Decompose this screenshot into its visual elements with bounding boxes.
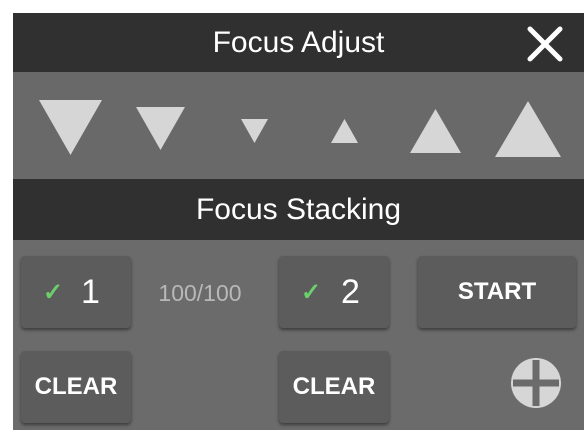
section-title: Focus Stacking <box>195 193 402 226</box>
progress-counter: 100/100 <box>158 280 242 306</box>
panel-title: Focus Adjust <box>212 26 385 59</box>
focus-adjust-row <box>13 72 584 179</box>
triangle-up-small-icon <box>331 119 358 143</box>
clear-slot-2-button[interactable]: CLEAR <box>279 351 389 423</box>
clear-label: CLEAR <box>292 373 376 400</box>
focus-panel: Focus Adjust Focus Stacking ✓ 1 100/100 … <box>13 13 584 430</box>
check-icon: ✓ <box>301 279 322 306</box>
header-bar: Focus Adjust <box>13 13 584 72</box>
focus-stacking-bar: Focus Stacking <box>13 179 584 240</box>
triangle-up-large-icon <box>495 101 561 157</box>
check-icon: ✓ <box>43 279 64 306</box>
start-label: START <box>457 278 537 305</box>
focus-near-small-button[interactable] <box>331 119 358 143</box>
focus-far-large-button[interactable] <box>39 100 102 155</box>
triangle-up-medium-icon <box>410 109 461 153</box>
close-button[interactable] <box>526 25 564 63</box>
focus-near-large-button[interactable] <box>495 101 561 157</box>
triangle-down-medium-icon <box>136 107 185 150</box>
slot-1-label: 1 <box>81 273 100 311</box>
add-button[interactable] <box>510 357 562 409</box>
triangle-down-small-icon <box>241 119 268 143</box>
clear-label: CLEAR <box>34 373 118 400</box>
focus-slot-1-button[interactable]: ✓ 1 <box>21 256 131 328</box>
plus-circle-icon <box>511 358 561 408</box>
focus-near-medium-button[interactable] <box>410 109 461 153</box>
close-icon <box>527 26 563 62</box>
slot-2-label: 2 <box>341 273 360 311</box>
focus-slot-2-button[interactable]: ✓ 2 <box>279 256 389 328</box>
focus-far-medium-button[interactable] <box>136 107 185 150</box>
triangle-down-large-icon <box>39 100 102 155</box>
start-button[interactable]: START <box>418 256 576 328</box>
clear-slot-1-button[interactable]: CLEAR <box>21 351 131 423</box>
focus-far-small-button[interactable] <box>241 119 268 143</box>
